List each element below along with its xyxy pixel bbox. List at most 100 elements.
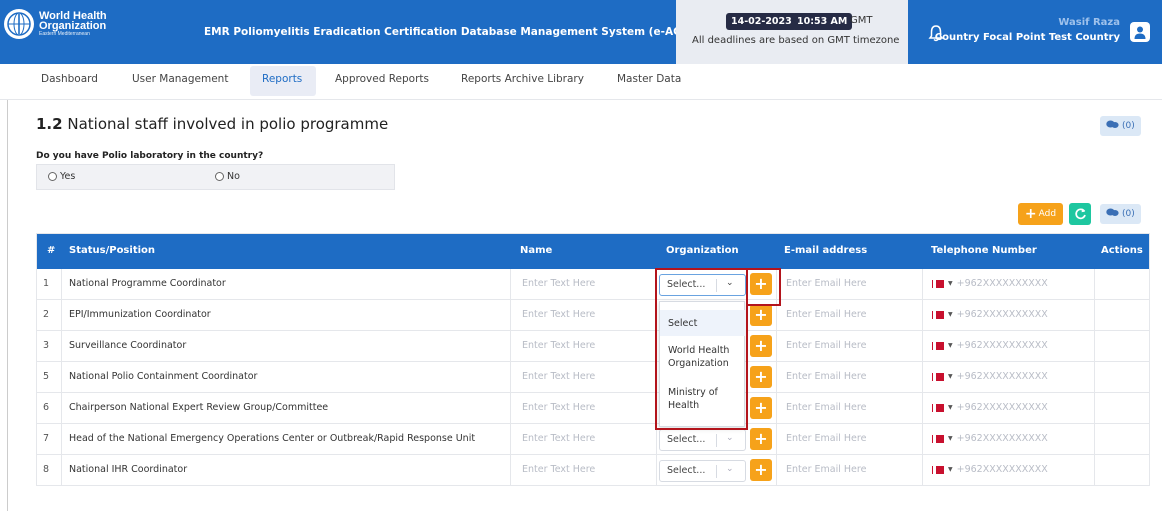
email-input[interactable]: Enter Email Here [786, 371, 866, 382]
nav-master-data[interactable]: Master Data [617, 73, 681, 85]
radio-no-circle[interactable] [215, 172, 224, 181]
name-input[interactable]: Enter Text Here [522, 278, 595, 289]
country-flag-icon[interactable] [933, 279, 944, 288]
caret-down-icon[interactable]: ▼ [948, 373, 953, 380]
caret-down-icon[interactable]: ▼ [948, 435, 953, 442]
section-number: 1.2 [36, 115, 63, 133]
row-number: 1 [43, 278, 50, 289]
name-input[interactable]: Enter Text Here [522, 433, 595, 444]
nav-approved-reports[interactable]: Approved Reports [335, 73, 429, 85]
phone-input[interactable]: ▼ +962XXXXXXXXXX [933, 433, 1048, 444]
who-logo[interactable]: World Health Organization Eastern Medite… [4, 6, 134, 42]
app-title: EMR Poliomyelitis Eradication Certificat… [204, 26, 694, 38]
table-row: 3 Surveillance Coordinator Enter Text Here… [36, 331, 1150, 362]
time-panel: 14-02-2023 10:53 AM GMT All deadlines ar… [676, 0, 908, 64]
table-header: # Status/Position Name Organization E-ma… [36, 233, 1150, 269]
row-number: 5 [43, 371, 50, 382]
email-input[interactable]: Enter Email Here [786, 402, 866, 413]
radio-yes[interactable]: Yes [48, 171, 75, 182]
col-header-status: Status/Position [69, 245, 156, 256]
nav-user-management[interactable]: User Management [132, 73, 228, 85]
add-organization-button[interactable]: + [750, 335, 772, 357]
name-input[interactable]: Enter Text Here [522, 464, 595, 475]
country-flag-icon[interactable] [933, 341, 944, 350]
name-input[interactable]: Enter Text Here [522, 402, 595, 413]
chevron-down-icon[interactable]: ⌄ [726, 464, 734, 474]
row-status: EPI/Immunization Coordinator [69, 309, 211, 320]
col-header-email: E-mail address [784, 245, 868, 256]
col-header-number: # [47, 245, 56, 256]
plus-icon: + [1024, 206, 1037, 222]
phone-input[interactable]: ▼ +962XXXXXXXXXX [933, 371, 1048, 382]
caret-down-icon[interactable]: ▼ [948, 404, 953, 411]
email-input[interactable]: Enter Email Here [786, 309, 866, 320]
phone-input[interactable]: ▼ +962XXXXXXXXXX [933, 309, 1048, 320]
phone-input[interactable]: ▼ +962XXXXXXXXXX [933, 278, 1048, 289]
nav-dashboard[interactable]: Dashboard [41, 73, 98, 85]
phone-input[interactable]: ▼ +962XXXXXXXXXX [933, 340, 1048, 351]
comments-icon [1106, 208, 1119, 220]
user-name: Wasif Raza [1058, 17, 1120, 28]
caret-down-icon[interactable]: ▼ [948, 311, 953, 318]
add-button[interactable]: + Add [1018, 203, 1063, 225]
phone-placeholder: +962XXXXXXXXXX [956, 371, 1048, 382]
col-header-name: Name [520, 245, 553, 256]
add-organization-button[interactable]: + [750, 304, 772, 326]
select-divider [716, 465, 717, 478]
row-number: 7 [43, 433, 50, 444]
refresh-button[interactable] [1069, 203, 1091, 225]
name-input[interactable]: Enter Text Here [522, 371, 595, 382]
logo-line1: World Health [39, 9, 107, 22]
email-input[interactable]: Enter Email Here [786, 464, 866, 475]
caret-down-icon[interactable]: ▼ [948, 280, 953, 287]
add-organization-button[interactable]: + [750, 428, 772, 450]
timezone-label: GMT [850, 15, 873, 26]
country-flag-icon[interactable] [933, 372, 944, 381]
caret-down-icon[interactable]: ▼ [948, 342, 953, 349]
add-organization-button[interactable]: + [750, 366, 772, 388]
row-status: National Polio Containment Coordinator [69, 371, 258, 382]
country-flag-icon[interactable] [933, 465, 944, 474]
phone-placeholder: +962XXXXXXXXXX [956, 402, 1048, 413]
table-comment-count: (0) [1122, 209, 1135, 219]
radio-no[interactable]: No [215, 171, 240, 182]
organization-select[interactable]: Select... ⌄ [659, 429, 746, 451]
country-flag-icon[interactable] [933, 310, 944, 319]
chevron-down-icon[interactable]: ⌄ [726, 433, 734, 443]
row-status: Chairperson National Expert Review Group… [69, 402, 329, 413]
user-avatar-icon[interactable] [1130, 22, 1150, 42]
row-status: National Programme Coordinator [69, 278, 226, 289]
table-comments-button[interactable]: (0) [1100, 204, 1141, 224]
logo-line2: Organization [39, 19, 107, 32]
nav-reports-archive-library[interactable]: Reports Archive Library [461, 73, 584, 85]
row-number: 8 [43, 464, 50, 475]
row-status: National IHR Coordinator [69, 464, 188, 475]
column-divider [61, 269, 62, 486]
phone-input[interactable]: ▼ +962XXXXXXXXXX [933, 464, 1048, 475]
section-title-text: National staff involved in polio program… [67, 115, 389, 133]
caret-down-icon[interactable]: ▼ [948, 466, 953, 473]
phone-placeholder: +962XXXXXXXXXX [956, 278, 1048, 289]
add-organization-button[interactable]: + [750, 459, 772, 481]
app-header: World Health Organization Eastern Medite… [0, 0, 1162, 64]
name-input[interactable]: Enter Text Here [522, 309, 595, 320]
radio-yes-circle[interactable] [48, 172, 57, 181]
phone-input[interactable]: ▼ +962XXXXXXXXXX [933, 402, 1048, 413]
table-row: 7 Head of the National Emergency Operatio… [36, 424, 1150, 455]
add-organization-button[interactable]: + [750, 397, 772, 419]
who-emblem-icon [4, 9, 34, 39]
section-comments-button[interactable]: (0) [1100, 116, 1141, 136]
row-number: 3 [43, 340, 50, 351]
email-input[interactable]: Enter Email Here [786, 278, 866, 289]
country-flag-icon[interactable] [933, 434, 944, 443]
comments-icon [1106, 120, 1119, 132]
email-input[interactable]: Enter Email Here [786, 340, 866, 351]
email-input[interactable]: Enter Email Here [786, 433, 866, 444]
nav-reports[interactable]: Reports [262, 73, 302, 85]
name-input[interactable]: Enter Text Here [522, 340, 595, 351]
organization-select-value: Select... [667, 434, 706, 445]
column-divider [922, 269, 923, 486]
logo-line3: Eastern Mediterranean [39, 30, 90, 37]
country-flag-icon[interactable] [933, 403, 944, 412]
organization-select[interactable]: Select... ⌄ [659, 460, 746, 482]
